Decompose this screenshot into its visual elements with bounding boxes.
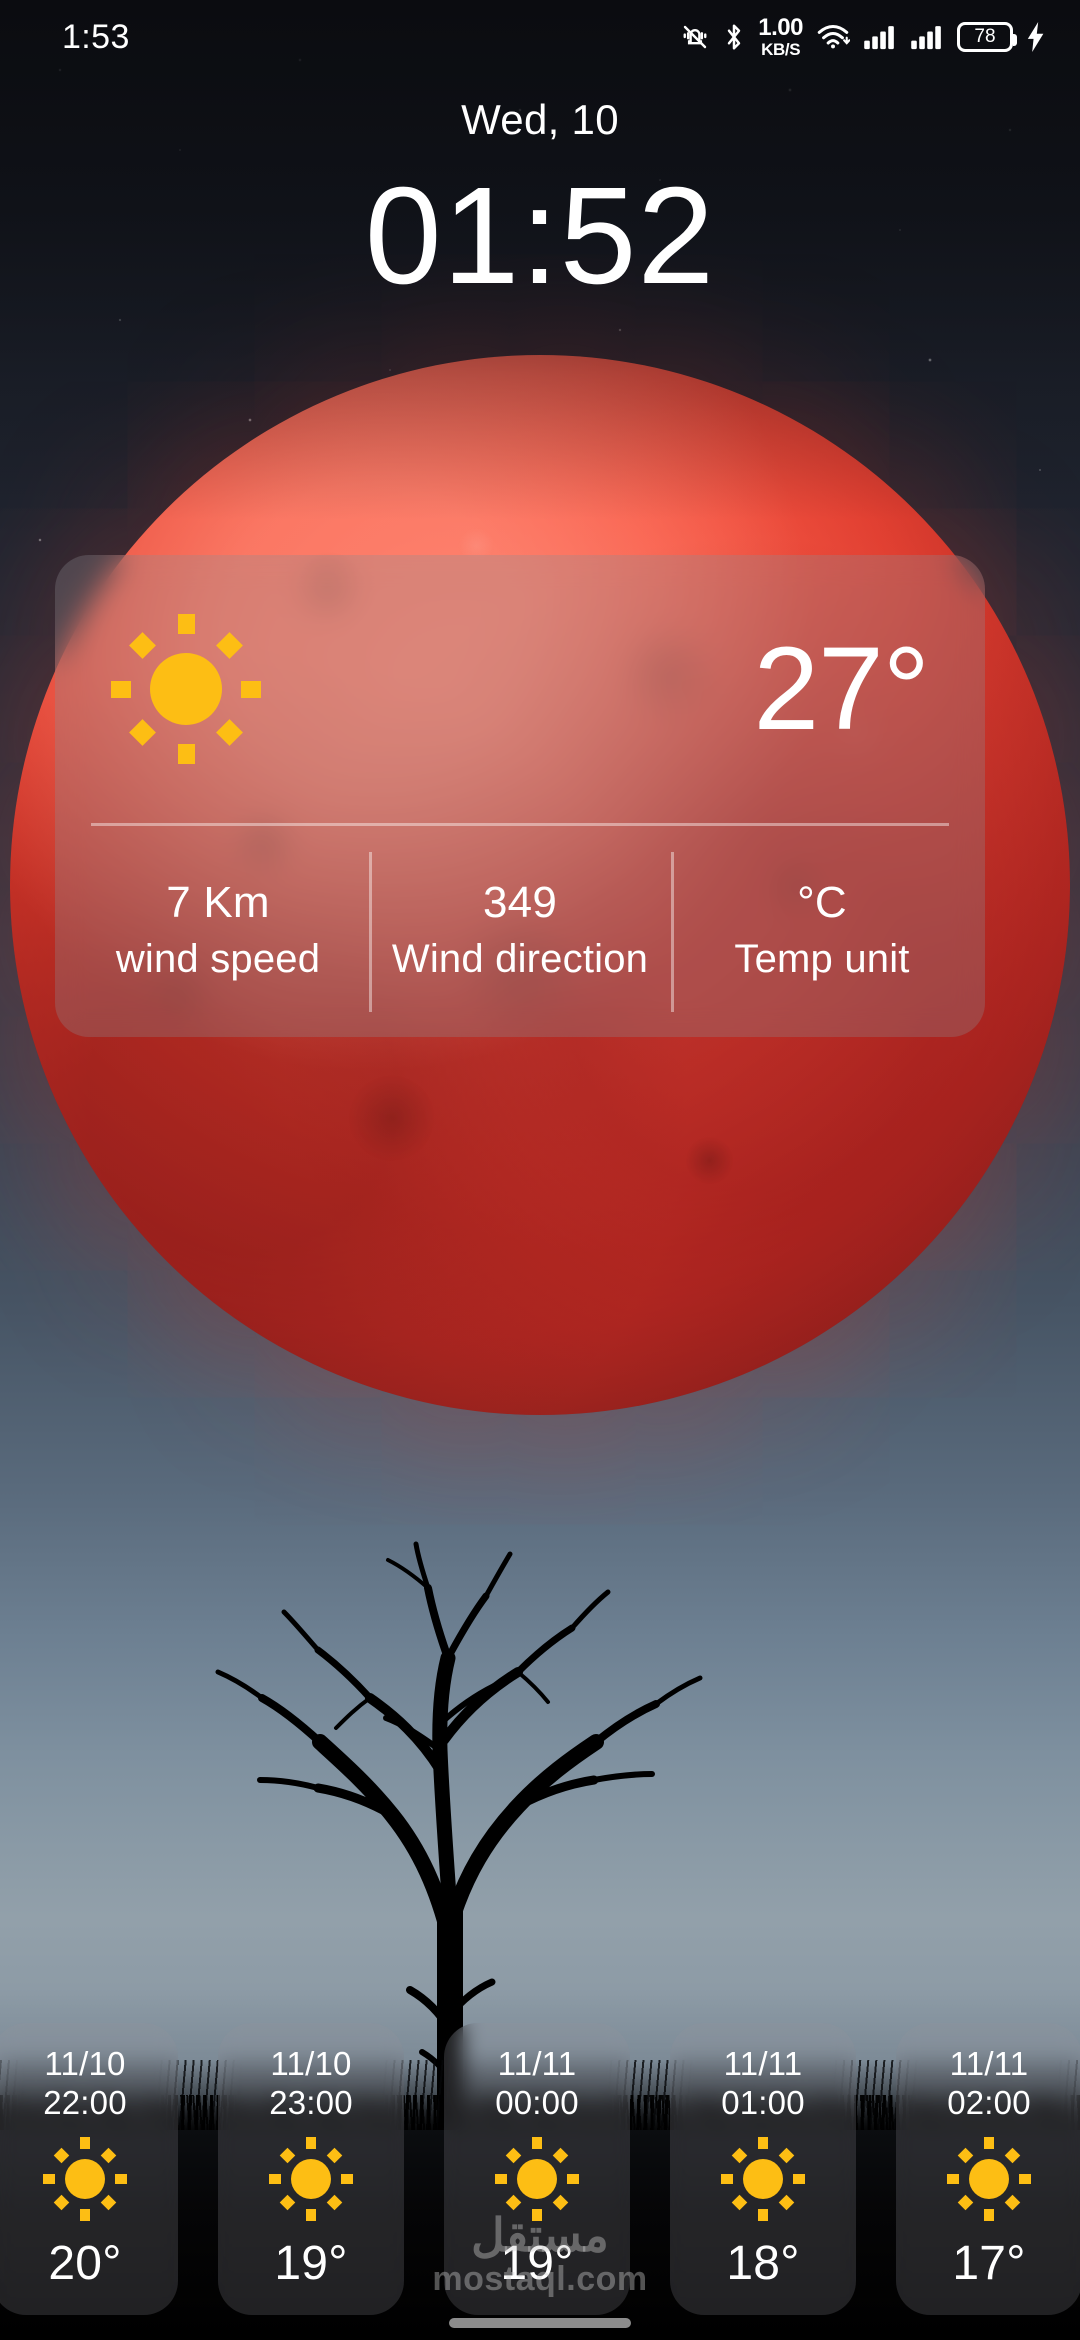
wallpaper xyxy=(0,0,1080,2340)
clock-date-label: Wed, 10 xyxy=(461,96,619,143)
network-speed-unit: KB/S xyxy=(761,40,801,59)
hourly-forecast-card[interactable]: 11/11 02:00 17° xyxy=(896,2023,1080,2315)
sun-icon xyxy=(41,2135,129,2223)
hourly-date: 11/11 xyxy=(949,2045,1029,2082)
network-speed-value: 1.00 xyxy=(758,14,803,41)
hourly-forecast-strip[interactable]: 11/10 22:00 20° 11/10 23:00 19° 11/11 00… xyxy=(0,2023,1080,2315)
sun-icon xyxy=(107,610,265,768)
stat-value: 7 Km xyxy=(166,878,270,927)
hourly-time: 22:00 xyxy=(43,2083,127,2121)
status-bar: 1:53 1.00 KB/S 78 xyxy=(0,0,1080,74)
stat-label: Temp unit xyxy=(734,937,910,981)
hourly-forecast-card[interactable]: 11/10 22:00 20° xyxy=(0,2023,178,2315)
stat-label: wind speed xyxy=(115,937,321,981)
stat-wind-speed[interactable]: 7 Km wind speed xyxy=(67,826,369,1034)
hourly-date: 11/10 xyxy=(44,2045,126,2082)
weather-stats-row: 7 Km wind speed 349 Wind direction °C Te… xyxy=(55,826,985,1034)
lockscreen-clock[interactable]: Wed, 10 01:52 xyxy=(0,96,1080,307)
hourly-time: 23:00 xyxy=(269,2083,353,2121)
hourly-date: 11/11 xyxy=(497,2045,577,2082)
hourly-when: 11/10 22:00 xyxy=(43,2045,127,2123)
battery-percent-label: 78 xyxy=(974,26,996,47)
hourly-when: 11/11 00:00 xyxy=(495,2045,579,2123)
hourly-forecast-card[interactable]: 11/11 00:00 19° xyxy=(444,2023,630,2315)
hourly-date: 11/10 xyxy=(270,2045,352,2082)
signal-sim2-icon xyxy=(910,23,944,51)
network-speed-indicator: 1.00 KB/S xyxy=(758,14,803,59)
sun-icon xyxy=(267,2135,355,2223)
vibrate-off-icon xyxy=(680,22,710,52)
gesture-navigation-bar[interactable] xyxy=(449,2318,631,2328)
stat-value: 349 xyxy=(482,878,557,927)
hourly-temperature: 17° xyxy=(952,2237,1026,2290)
sun-icon xyxy=(493,2135,581,2223)
charging-bolt-icon xyxy=(1026,22,1046,52)
stat-label: Wind direction xyxy=(391,937,649,981)
hourly-temperature: 19° xyxy=(500,2237,574,2290)
hourly-temperature: 18° xyxy=(726,2237,800,2290)
hourly-forecast-card[interactable]: 11/10 23:00 19° xyxy=(218,2023,404,2315)
sun-icon xyxy=(945,2135,1033,2223)
hourly-time: 00:00 xyxy=(495,2083,579,2121)
hourly-date: 11/11 xyxy=(723,2045,803,2082)
weather-widget[interactable]: 27° 7 Km wind speed 349 Wind direction °… xyxy=(55,555,985,1037)
weather-widget-header: 27° xyxy=(55,555,985,823)
hourly-forecast-card[interactable]: 11/11 01:00 18° xyxy=(670,2023,856,2315)
hourly-temperature: 20° xyxy=(48,2237,122,2290)
wifi-icon xyxy=(816,22,850,52)
sun-icon xyxy=(719,2135,807,2223)
signal-sim1-icon xyxy=(863,23,897,51)
hourly-time: 01:00 xyxy=(721,2083,805,2121)
bluetooth-icon xyxy=(723,22,745,52)
stat-value: °C xyxy=(797,878,847,927)
hourly-when: 11/10 23:00 xyxy=(269,2045,353,2123)
hourly-time: 02:00 xyxy=(947,2083,1031,2121)
hourly-when: 11/11 01:00 xyxy=(721,2045,805,2123)
current-temperature: 27° xyxy=(753,623,930,755)
hourly-when: 11/11 02:00 xyxy=(947,2045,1031,2123)
stat-temp-unit[interactable]: °C Temp unit xyxy=(671,826,973,1034)
hourly-temperature: 19° xyxy=(274,2237,348,2290)
status-bar-icons: 1.00 KB/S 78 xyxy=(680,16,1046,58)
clock-time-label: 01:52 xyxy=(364,159,716,313)
status-bar-clock: 1:53 xyxy=(62,17,130,56)
battery-icon: 78 xyxy=(957,22,1017,52)
stat-wind-direction[interactable]: 349 Wind direction xyxy=(369,826,671,1034)
